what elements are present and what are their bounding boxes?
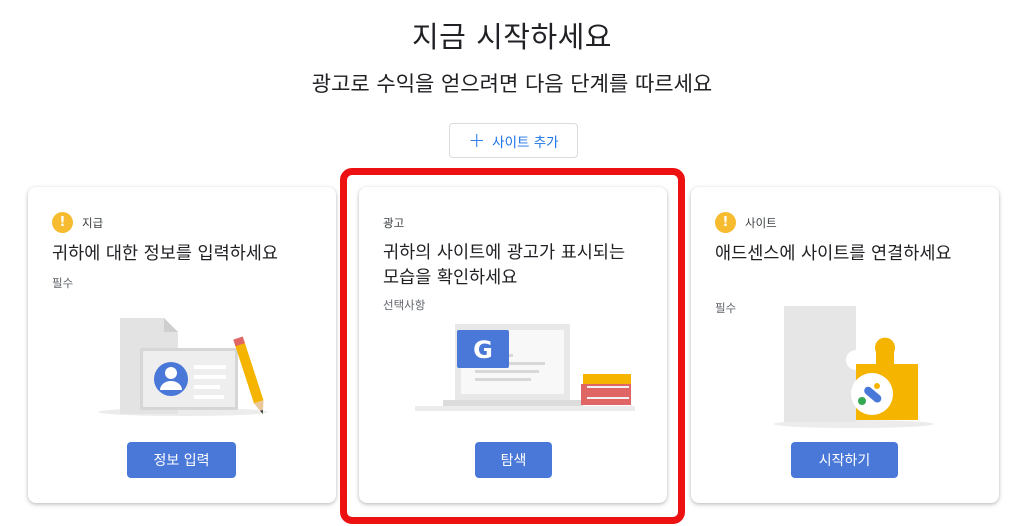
card-tag-label: 광고 bbox=[383, 216, 405, 230]
warning-icon: ! bbox=[715, 212, 736, 233]
ads-preview-card: 광고 귀하의 사이트에 광고가 표시되는 모습을 확인하세요 선택사항 G 탐색 bbox=[359, 187, 667, 503]
card-title: 귀하의 사이트에 광고가 표시되는 모습을 확인하세요 bbox=[383, 243, 626, 288]
plus-icon: + bbox=[468, 127, 486, 152]
laptop-ads-illustration: G bbox=[415, 324, 635, 411]
puzzle-adsense-illustration bbox=[774, 306, 934, 428]
get-started-button[interactable]: 시작하기 bbox=[791, 442, 898, 478]
card-requirement: 필수 bbox=[52, 276, 74, 290]
page-subtitle: 광고로 수익을 얻으려면 다음 단계를 따르세요 bbox=[311, 72, 713, 96]
explore-button[interactable]: 탐색 bbox=[475, 442, 552, 478]
card-requirement: 선택사항 bbox=[383, 298, 426, 312]
add-site-label: 사이트 추가 bbox=[492, 134, 559, 151]
add-site-button[interactable]: + 사이트 추가 bbox=[449, 123, 578, 158]
enter-info-button[interactable]: 정보 입력 bbox=[127, 442, 236, 478]
card-tag: ! 지급 bbox=[52, 212, 103, 233]
card-tag-label: 사이트 bbox=[745, 215, 777, 230]
payment-info-card: ! 지급 귀하에 대한 정보를 입력하세요 필수 정보 입력 bbox=[28, 187, 336, 503]
svg-text:G: G bbox=[473, 336, 493, 364]
page-title: 지금 시작하세요 bbox=[412, 20, 612, 54]
warning-icon: ! bbox=[52, 212, 73, 233]
connect-site-card: ! 사이트 애드센스에 사이트를 연결하세요 필수 시작하기 bbox=[691, 187, 999, 503]
card-tag-label: 지급 bbox=[82, 215, 104, 230]
card-title: 애드센스에 사이트를 연결하세요 bbox=[715, 244, 952, 264]
card-requirement: 필수 bbox=[715, 301, 737, 315]
id-card-illustration bbox=[98, 318, 268, 416]
card-tag: 광고 bbox=[383, 215, 404, 231]
card-tag: ! 사이트 bbox=[715, 212, 777, 233]
card-title: 귀하에 대한 정보를 입력하세요 bbox=[52, 244, 278, 264]
